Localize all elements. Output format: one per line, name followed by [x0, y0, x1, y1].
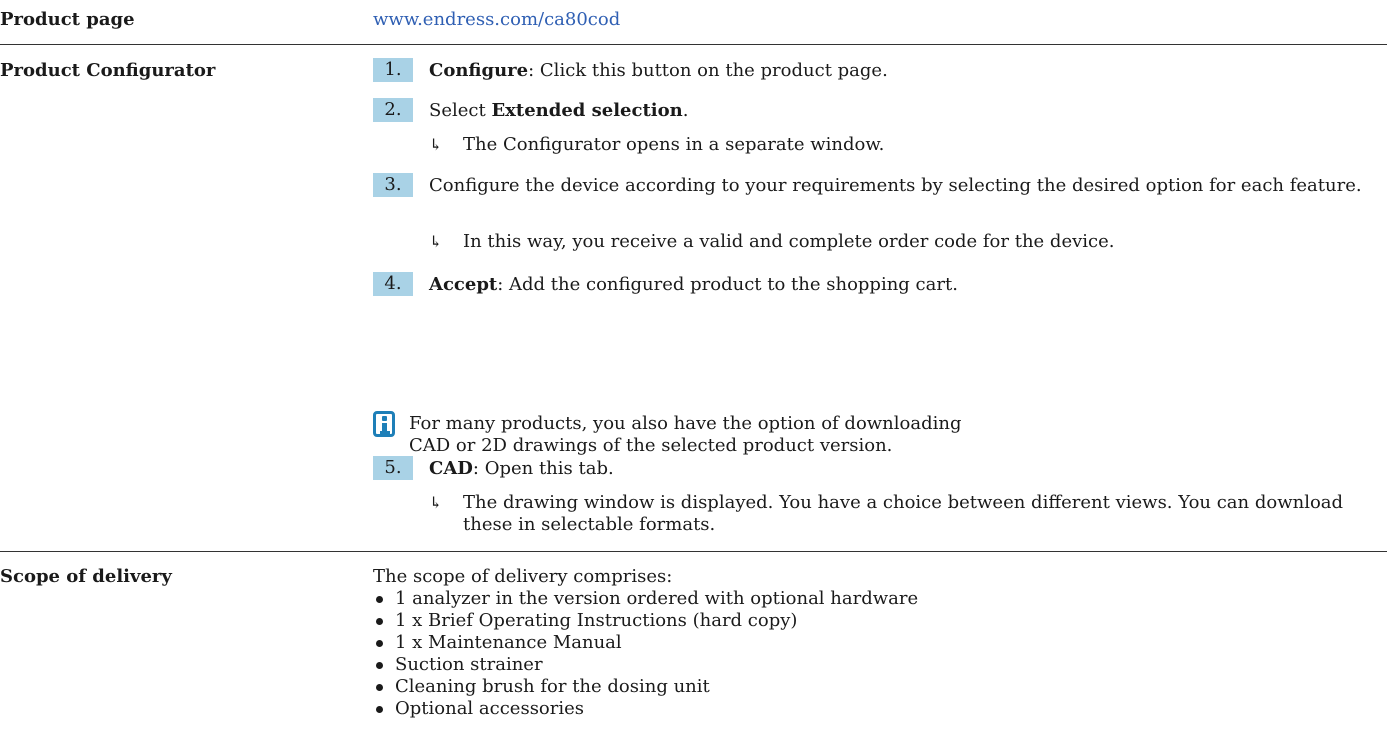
step-desc: : Open this tab. [472, 458, 614, 479]
step-keyword: CAD [429, 458, 473, 479]
scope-label: Scope of delivery [0, 566, 172, 587]
divider-1 [0, 44, 1387, 45]
divider-2 [0, 551, 1387, 552]
step-number: 1. [373, 58, 413, 82]
step-pre: Select [429, 100, 492, 121]
step-number: 2. [373, 98, 413, 122]
step-keyword: Configure [429, 60, 529, 81]
list-item: Cleaning brush for the dosing unit [373, 676, 918, 698]
product-page-label: Product page [0, 9, 135, 30]
scope-intro: The scope of delivery comprises: [373, 566, 673, 587]
result-text: The Configurator opens in a separate win… [463, 134, 885, 155]
list-item: 1 x Maintenance Manual [373, 632, 918, 654]
step-text: Configure the device according to your r… [429, 175, 1362, 196]
step-desc: : Click this button on the product page. [528, 60, 888, 81]
result-text: The drawing window is displayed. You hav… [463, 492, 1344, 535]
result-arrow-icon: ↳ [429, 232, 443, 251]
scope-list: 1 analyzer in the version ordered with o… [373, 588, 918, 720]
list-item: 1 x Brief Operating Instructions (hard c… [373, 610, 918, 632]
list-item: Optional accessories [373, 698, 918, 720]
step-number: 4. [373, 272, 413, 296]
step-number: 3. [373, 173, 413, 197]
configurator-label: Product Configurator [0, 60, 216, 81]
result-text: In this way, you receive a valid and com… [463, 231, 1115, 252]
step-desc: : Add the configured product to the shop… [497, 274, 958, 295]
info-note-text: For many products, you also have the opt… [409, 413, 962, 456]
step-number: 5. [373, 456, 413, 480]
step-keyword: Accept [429, 274, 498, 295]
step-text: Accept: Add the configured product to th… [429, 274, 1369, 296]
step-text: Select Extended selection. [429, 100, 1369, 122]
info-icon [373, 411, 395, 437]
list-item: 1 analyzer in the version ordered with o… [373, 588, 918, 610]
step-keyword: Extended selection [491, 100, 683, 121]
step-desc: . [682, 100, 689, 121]
step-text: Configure: Click this button on the prod… [429, 60, 1369, 82]
step-text: CAD: Open this tab. [429, 458, 1369, 480]
product-page-link[interactable]: www.endress.com/ca80cod [373, 9, 620, 31]
list-item: Suction strainer [373, 654, 918, 676]
result-arrow-icon: ↳ [429, 135, 443, 154]
result-arrow-icon: ↳ [429, 493, 443, 512]
